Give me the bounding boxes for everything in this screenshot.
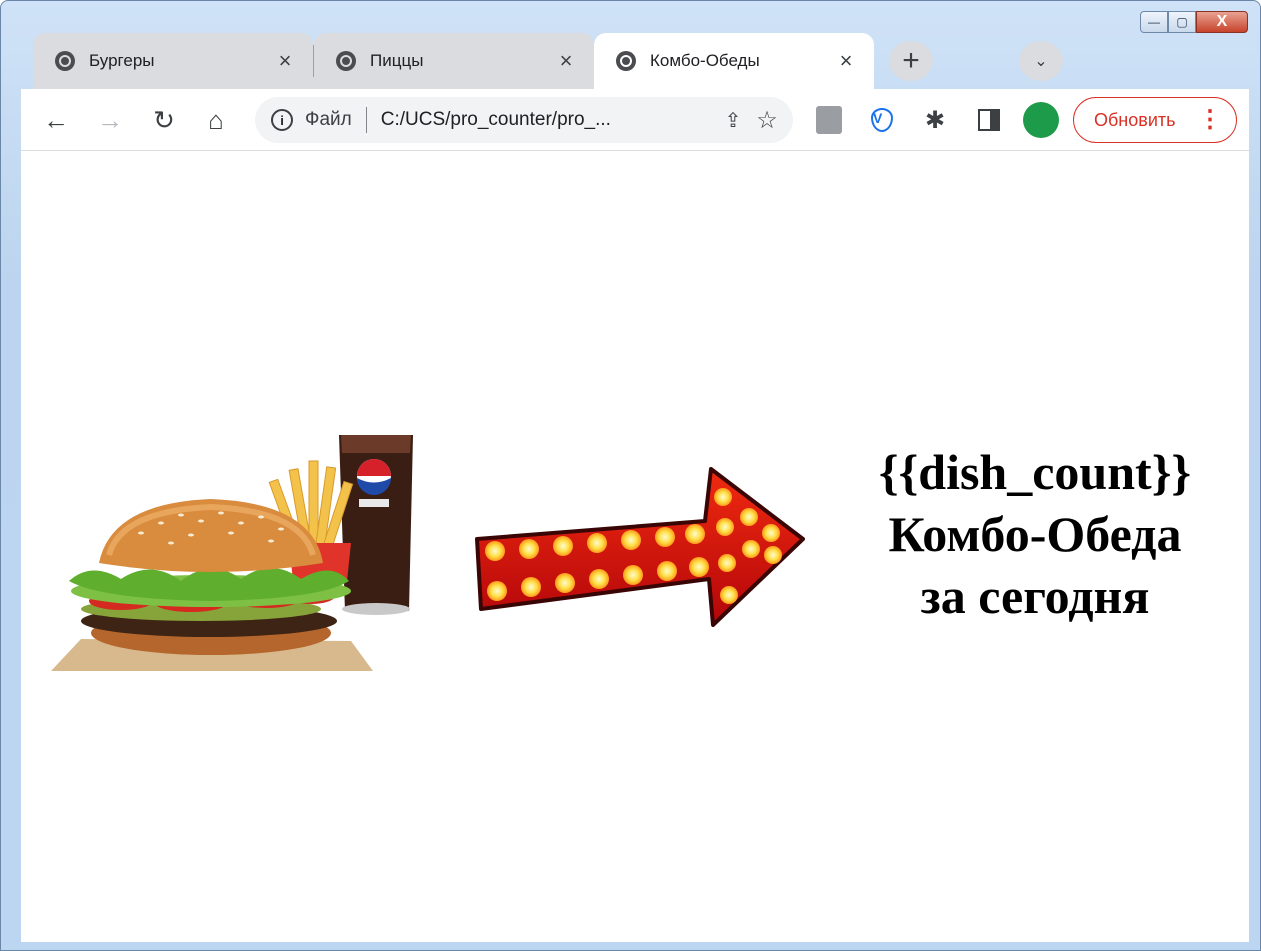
menu-kebab-icon[interactable]: ⋮ (1198, 106, 1222, 134)
close-tab-icon[interactable]: × (834, 48, 858, 74)
url-text[interactable]: C:/UCS/pro_counter/pro_... (381, 109, 719, 131)
profile-avatar[interactable] (1023, 102, 1059, 138)
side-panel-icon[interactable] (974, 105, 1004, 135)
tab-strip: Бургеры × Пиццы × Комбо-Обеды × (33, 33, 874, 89)
close-tab-icon[interactable]: × (554, 48, 578, 74)
reload-button[interactable]: ↻ (147, 103, 181, 137)
combo-lunch-label: Комбо-Обеда (888, 506, 1182, 562)
browser-toolbar: ← → ↻ ⌂ i Файл C:/UCS/pro_counter/pro_..… (21, 89, 1249, 151)
globe-icon (616, 51, 636, 71)
minimize-button[interactable]: — (1140, 11, 1168, 33)
share-icon[interactable]: ⇪ (719, 108, 747, 133)
home-button[interactable]: ⌂ (199, 103, 233, 137)
window-controls: — ▢ X (1140, 11, 1248, 33)
combo-meal-image (51, 435, 413, 671)
tab-label: Комбо-Обеды (650, 51, 760, 70)
forward-button[interactable]: → (93, 103, 127, 137)
extensions-puzzle-icon[interactable]: ✱ (920, 105, 950, 135)
extension-photo-icon[interactable] (814, 105, 844, 135)
update-button[interactable]: Обновить ⋮ (1073, 97, 1237, 143)
url-scheme-label: Файл (305, 109, 352, 130)
info-icon[interactable]: i (271, 109, 293, 131)
globe-icon (336, 51, 356, 71)
omnibox-divider (365, 107, 367, 133)
tab-combo-lunches[interactable]: Комбо-Обеды × (594, 33, 874, 89)
close-tab-icon[interactable]: × (273, 48, 297, 74)
tab-search-button[interactable]: ⌄ (1019, 41, 1063, 81)
globe-icon (55, 51, 75, 71)
address-bar[interactable]: i Файл C:/UCS/pro_counter/pro_... ⇪ ☆ (255, 97, 793, 143)
tab-burgers[interactable]: Бургеры × (33, 33, 313, 89)
today-label: за сегодня (920, 568, 1150, 624)
tab-label: Бургеры (89, 51, 155, 70)
tab-label: Пиццы (370, 51, 424, 70)
bookmark-star-icon[interactable]: ☆ (747, 106, 787, 135)
combo-count-text: {{dish_count}} Комбо-Обеда за сегодня (839, 441, 1231, 627)
maximize-button[interactable]: ▢ (1168, 11, 1196, 33)
dish-count-placeholder: {{dish_count}} (878, 444, 1192, 500)
new-tab-button[interactable]: + (889, 41, 933, 81)
back-button[interactable]: ← (39, 103, 73, 137)
close-window-button[interactable]: X (1196, 11, 1248, 33)
marquee-arrow-image (475, 467, 805, 627)
update-label: Обновить (1094, 109, 1176, 130)
tab-pizzas[interactable]: Пиццы × (314, 33, 594, 89)
extension-vpn-shield-icon[interactable]: V (867, 105, 897, 135)
browser-window: — ▢ X Бургеры × Пиццы × Комбо-Обеды × + … (0, 0, 1261, 951)
